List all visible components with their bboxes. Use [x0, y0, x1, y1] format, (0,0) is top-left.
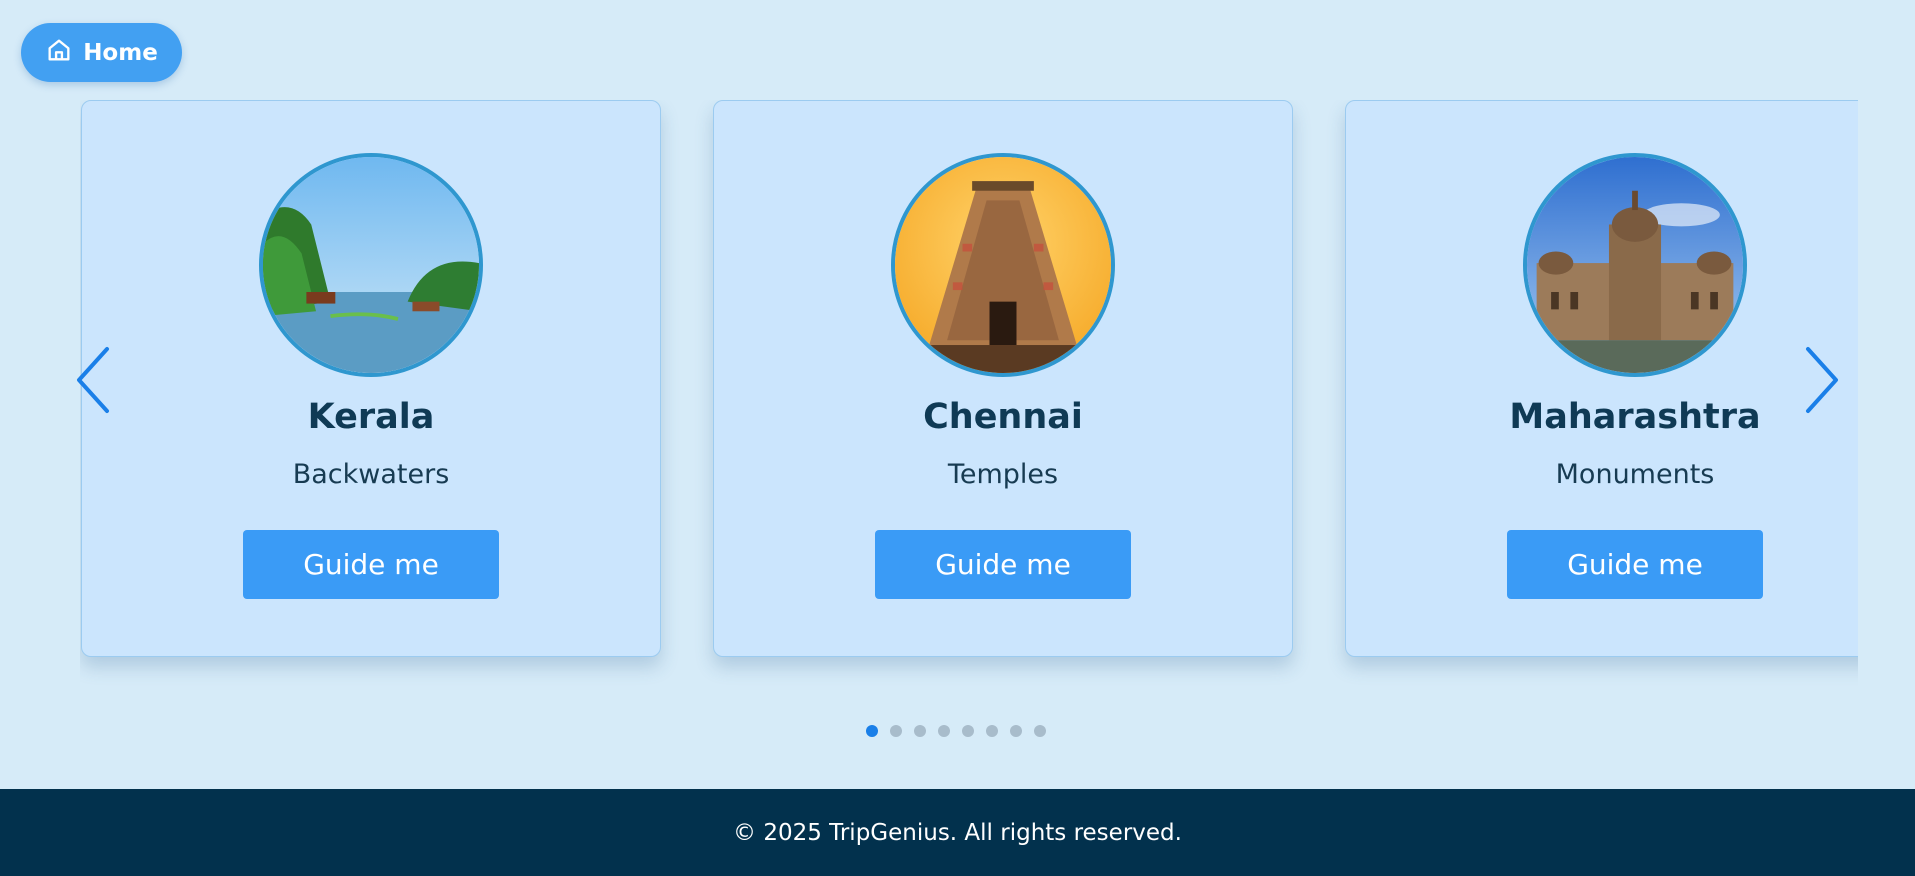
footer-copyright: © 2025 TripGenius. All rights reserved. — [733, 819, 1182, 846]
carousel-dot[interactable] — [890, 725, 902, 737]
card-title: Maharashtra — [1509, 397, 1761, 437]
guide-me-button[interactable]: Guide me — [875, 530, 1131, 599]
card-subtitle: Temples — [947, 459, 1059, 490]
carousel-prev-button[interactable] — [73, 345, 113, 415]
footer: © 2025 TripGenius. All rights reserved. — [0, 789, 1915, 876]
chevron-right-icon — [1806, 347, 1838, 413]
carousel-dot[interactable] — [938, 725, 950, 737]
carousel-dot[interactable] — [962, 725, 974, 737]
guide-me-button[interactable]: Guide me — [243, 530, 499, 599]
chevron-left-icon — [77, 347, 109, 413]
card-title: Chennai — [923, 397, 1083, 437]
carousel-dot[interactable] — [986, 725, 998, 737]
destination-card-maharashtra: Maharashtra Monuments Guide me — [1345, 100, 1858, 657]
card-title: Kerala — [307, 397, 435, 437]
carousel-dot[interactable] — [1010, 725, 1022, 737]
kerala-backwaters-photo — [259, 153, 483, 377]
destination-card-kerala: Kerala Backwaters Guide me — [81, 100, 661, 657]
card-subtitle: Monuments — [1555, 459, 1715, 490]
carousel-track: Kerala Backwaters Guide me Chennai Templ… — [80, 100, 1858, 700]
card-subtitle: Backwaters — [292, 459, 450, 490]
home-button[interactable]: Home — [21, 23, 182, 82]
chennai-temple-photo — [891, 153, 1115, 377]
carousel-pagination — [866, 725, 1046, 737]
carousel-next-button[interactable] — [1802, 345, 1842, 415]
destination-card-chennai: Chennai Temples Guide me — [713, 100, 1293, 657]
home-icon — [45, 36, 73, 70]
maharashtra-monument-photo — [1523, 153, 1747, 377]
home-label: Home — [83, 39, 158, 66]
destination-carousel: Kerala Backwaters Guide me Chennai Templ… — [80, 100, 1858, 700]
carousel-dot[interactable] — [914, 725, 926, 737]
carousel-dot[interactable] — [1034, 725, 1046, 737]
guide-me-button[interactable]: Guide me — [1507, 530, 1763, 599]
carousel-dot[interactable] — [866, 725, 878, 737]
